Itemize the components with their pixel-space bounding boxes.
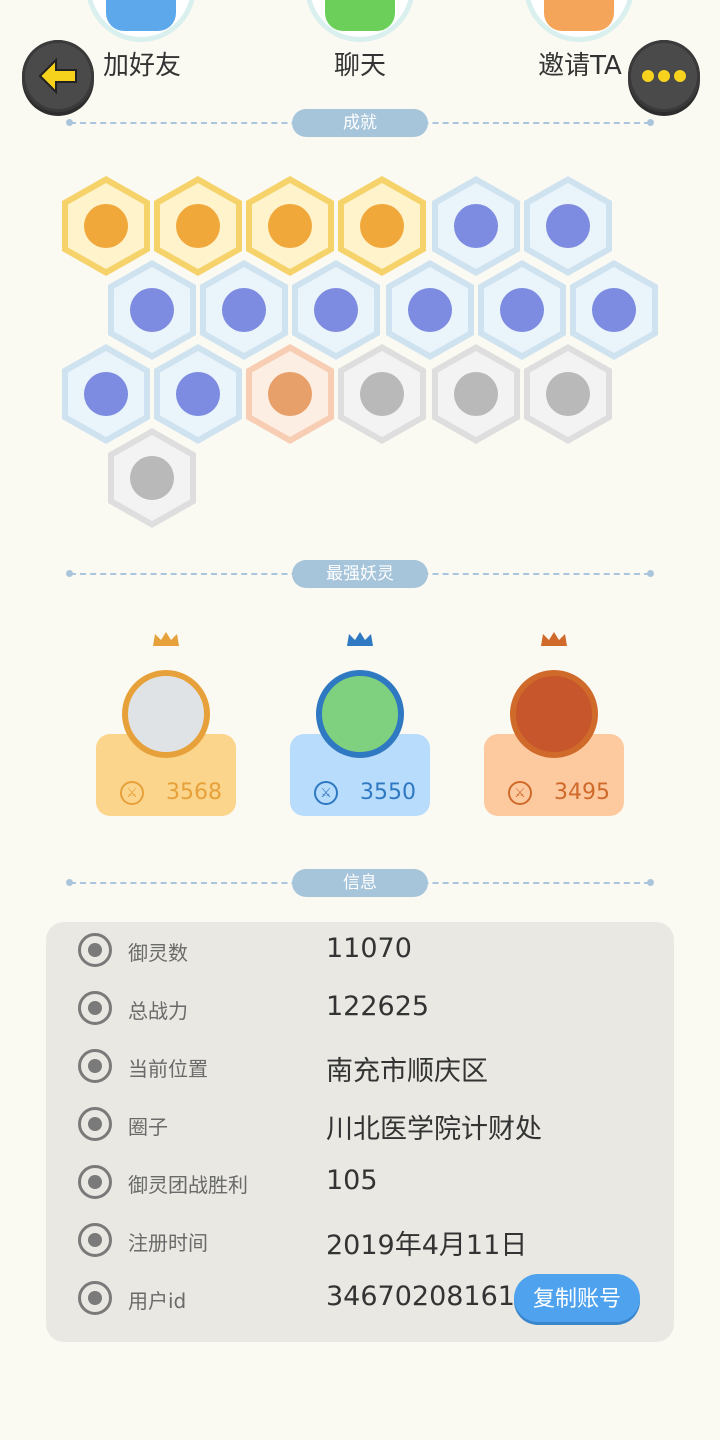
moon-sun-icon (176, 204, 220, 248)
back-arrow-icon (38, 57, 77, 95)
more-button[interactable] (628, 40, 700, 112)
spirit-avatar (316, 670, 404, 758)
sword-power-icon (78, 991, 112, 1025)
info-value: 34670208161 (326, 1281, 515, 1312)
crown-icon (541, 632, 567, 646)
achievement-badge[interactable] (524, 176, 612, 276)
location-pin-icon (78, 1049, 112, 1083)
achievement-badge[interactable] (154, 344, 242, 444)
clock-icon (78, 1223, 112, 1257)
achievement-badge[interactable] (338, 344, 426, 444)
more-dots-icon (642, 70, 686, 82)
achievement-badge[interactable] (108, 428, 196, 528)
achievement-badge[interactable] (62, 176, 150, 276)
yin-yang-box-icon (360, 204, 404, 248)
achievement-badge[interactable] (246, 344, 334, 444)
crown-icon (347, 632, 373, 646)
spirit-avatar (122, 670, 210, 758)
info-value: 南充市顺庆区 (326, 1056, 488, 1087)
cat-cart-icon (408, 288, 452, 332)
info-label: 注册时间 (128, 1231, 208, 1255)
copy-account-button[interactable]: 复制账号 (514, 1274, 640, 1322)
strongest-title: 最强妖灵 (292, 560, 428, 588)
info-value: 11070 (326, 933, 412, 964)
achievement-badge[interactable] (478, 260, 566, 360)
back-button[interactable] (22, 40, 94, 112)
winged-emblem-icon (546, 372, 590, 416)
achievement-badge[interactable] (62, 344, 150, 444)
no1-icon (454, 372, 498, 416)
battle-power-icon: ⚔ (314, 781, 338, 805)
info-label: 用户id (128, 1289, 187, 1313)
golden-orb-icon (268, 204, 312, 248)
chat-label[interactable]: 聊天 (280, 45, 440, 82)
cat-duo-icon (268, 372, 312, 416)
achievement-badge[interactable] (246, 176, 334, 276)
battle-power-icon: ⚔ (120, 781, 144, 805)
achievement-badge[interactable] (108, 260, 196, 360)
spirit-avatar (510, 670, 598, 758)
crystal-icon (130, 288, 174, 332)
spirit-count-icon (78, 933, 112, 967)
achievements-title: 成就 (292, 109, 428, 137)
achievement-badge[interactable] (570, 260, 658, 360)
achievement-badge[interactable] (154, 176, 242, 276)
info-value: 105 (326, 1165, 378, 1196)
sneaker-icon (454, 204, 498, 248)
achievement-badge[interactable] (292, 260, 380, 360)
achievement-badge[interactable] (432, 176, 520, 276)
spirit-score: 3495 (554, 780, 610, 805)
info-value: 122625 (326, 991, 430, 1022)
spirit-score: 3550 (360, 780, 416, 805)
crossed-swords-icon (130, 456, 174, 500)
vortex-shield-icon (84, 372, 128, 416)
trophy-figure-icon (78, 1165, 112, 1199)
achievement-badge[interactable] (524, 344, 612, 444)
achievement-badge[interactable] (200, 260, 288, 360)
crown-icon (153, 632, 179, 646)
info-label: 御灵团战胜利 (128, 1173, 248, 1197)
vortex-key-icon (546, 204, 590, 248)
achievement-badge[interactable] (338, 176, 426, 276)
info-label: 圈子 (128, 1115, 168, 1139)
info-label: 当前位置 (128, 1057, 208, 1081)
info-value: 川北医学院计财处 (326, 1114, 542, 1145)
monster-statue-icon (176, 372, 220, 416)
info-label: 总战力 (128, 999, 188, 1023)
yin-yang-wave-icon (222, 288, 266, 332)
chat-icon[interactable] (305, 0, 415, 42)
id-card-icon (78, 1281, 112, 1315)
invite-icon[interactable] (524, 0, 634, 42)
battle-power-icon: ⚔ (508, 781, 532, 805)
info-label: 御灵数 (128, 941, 188, 965)
info-title: 信息 (292, 869, 428, 897)
koi-fish-icon (592, 288, 636, 332)
circle-target-icon (78, 1107, 112, 1141)
fox-face-icon (84, 204, 128, 248)
cat-balloon-icon (500, 288, 544, 332)
add-friend-icon[interactable] (86, 0, 196, 42)
achievement-badge[interactable] (432, 344, 520, 444)
achievement-badge[interactable] (386, 260, 474, 360)
wolf-book-icon (360, 372, 404, 416)
spirit-score: 3568 (166, 780, 222, 805)
spirit-figure-icon (314, 288, 358, 332)
info-value: 2019年4月11日 (326, 1230, 528, 1261)
